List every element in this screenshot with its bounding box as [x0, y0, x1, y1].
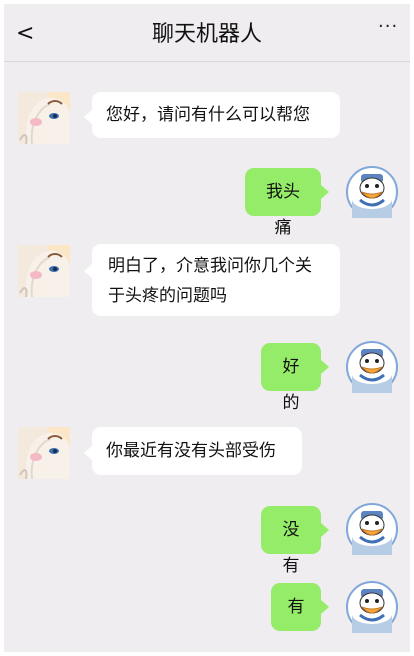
bubble-tail — [321, 523, 329, 537]
bot-avatar-icon — [18, 427, 70, 479]
page-title: 聊天机器人 — [151, 22, 262, 47]
duck-avatar-icon — [346, 166, 398, 218]
duck-avatar-icon — [346, 503, 398, 555]
bot-avatar-icon — [18, 245, 70, 297]
user-avatar[interactable] — [346, 503, 398, 555]
duck-avatar-icon — [346, 341, 398, 393]
user-message-bubble[interactable]: 我头痛 — [245, 168, 321, 238]
bot-avatar[interactable] — [18, 427, 70, 479]
user-avatar[interactable] — [346, 581, 398, 633]
chat-screen: 聊天机器人 < ··· 您好，请问有什么可以帮您 我头痛 明白了，介意我问你几个… — [4, 4, 410, 652]
bubble-tail — [321, 600, 329, 614]
bot-avatar[interactable] — [18, 92, 70, 144]
user-message-bubble[interactable]: 好的 — [261, 343, 321, 413]
bot-message-bubble[interactable]: 你最近有没有头部受伤 — [92, 427, 302, 475]
duck-avatar-icon — [346, 581, 398, 633]
bubble-tail — [84, 110, 92, 124]
bubble-tail — [84, 264, 92, 278]
bot-message-bubble[interactable]: 您好，请问有什么可以帮您 — [92, 92, 340, 138]
bubble-tail — [84, 446, 92, 460]
bot-message-bubble[interactable]: 明白了，介意我问你几个关于头疼的问题吗 — [92, 244, 340, 316]
back-button[interactable]: < — [16, 22, 36, 46]
user-message-bubble[interactable]: 没有 — [261, 506, 321, 576]
bot-avatar[interactable] — [18, 245, 70, 297]
user-avatar[interactable] — [346, 166, 398, 218]
bubble-tail — [321, 360, 329, 374]
more-options-button[interactable]: ··· — [378, 18, 400, 38]
top-bar: 聊天机器人 < ··· — [4, 4, 410, 62]
user-avatar[interactable] — [346, 341, 398, 393]
user-message-bubble[interactable]: 有 — [271, 583, 321, 631]
bot-avatar-icon — [18, 92, 70, 144]
bubble-tail — [321, 185, 329, 199]
